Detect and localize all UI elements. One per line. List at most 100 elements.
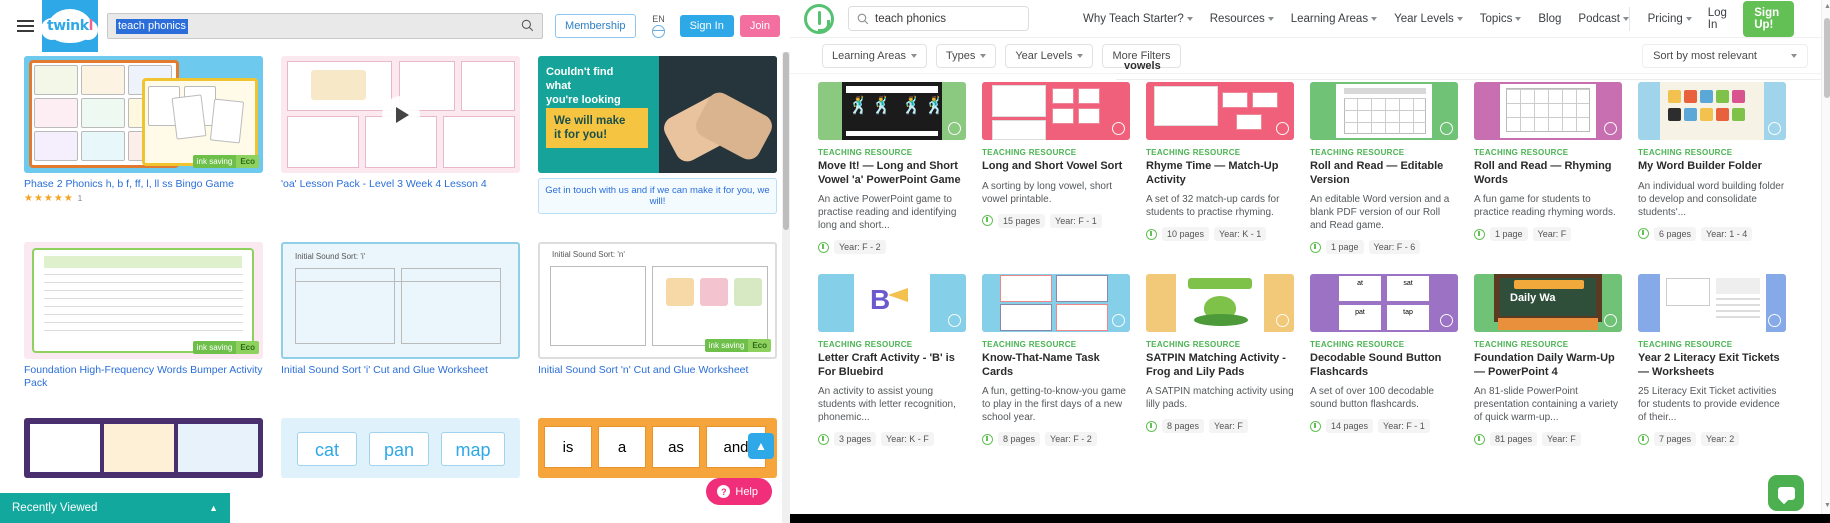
sign-in-button[interactable]: Sign In (679, 15, 734, 37)
breadcrumb-item[interactable]: vowels (1124, 60, 1161, 72)
resource-card[interactable]: TEACHING RESOURCE My Word Builder Folder… (1638, 82, 1786, 254)
resource-title[interactable]: Roll and Read — Rhyming Words (1474, 160, 1622, 187)
twinkl-card[interactable]: is a as and (538, 418, 777, 478)
card-thumbnail[interactable] (982, 274, 1130, 332)
play-icon[interactable] (381, 95, 420, 134)
nav-item-learning-areas[interactable]: Learning Areas (1291, 13, 1378, 25)
twinkl-card[interactable]: ink saving Eco Foundation High-Frequency … (24, 242, 263, 390)
nav-item-resources[interactable]: Resources (1210, 13, 1274, 25)
twinkl-logo[interactable]: twinkl (41, 0, 98, 52)
card-title[interactable]: Foundation High-Frequency Words Bumper A… (24, 364, 263, 390)
resource-kind: TEACHING RESOURCE (982, 340, 1077, 349)
chevron-down-icon (1791, 53, 1797, 58)
recently-viewed-bar[interactable]: Recently Viewed ▲ (0, 493, 230, 523)
twinkl-wordmark: twinkl (46, 18, 94, 34)
resource-card[interactable]: at sat pat tap TEACHING RESOURCE Decodab… (1310, 274, 1458, 446)
twinkl-scrollbar[interactable] (782, 52, 790, 523)
card-thumbnail[interactable]: Daily Wa (1474, 274, 1622, 332)
card-title[interactable]: Initial Sound Sort 'i' Cut and Glue Work… (281, 364, 520, 377)
resource-card[interactable]: TEACHING RESOURCE SATPIN Matching Activi… (1146, 274, 1294, 446)
promo-cta-button[interactable]: Get in touch with us and if we can make … (538, 178, 777, 214)
nav-item-blog[interactable]: Blog (1538, 13, 1561, 25)
card-thumbnail[interactable]: B (818, 274, 966, 332)
help-button[interactable]: ? Help (706, 478, 772, 505)
card-thumbnail[interactable] (1638, 274, 1786, 332)
year-tag: Year: F - 6 (1368, 240, 1421, 254)
resource-card[interactable]: TEACHING RESOURCE Know-That-Name Task Ca… (982, 274, 1130, 446)
search-input[interactable]: teach phonics (107, 13, 544, 39)
twinkl-card[interactable]: ink saving Eco Phase 2 Phonics h, b f, ff… (24, 56, 263, 214)
card-thumbnail[interactable] (24, 418, 263, 478)
teach-starter-scrollbar[interactable]: ▲ ▼ (1821, 0, 1830, 523)
clock-icon (1638, 433, 1649, 445)
chat-bubble-icon[interactable] (1768, 475, 1804, 511)
hamburger-icon[interactable] (8, 6, 42, 46)
card-thumbnail[interactable]: cat pan map (281, 418, 520, 478)
card-thumbnail[interactable] (1146, 274, 1294, 332)
card-thumbnail[interactable]: at sat pat tap (1310, 274, 1458, 332)
card-thumbnail[interactable]: is a as and (538, 418, 777, 478)
nav-item-pricing[interactable]: Pricing (1648, 13, 1692, 25)
twinkl-card[interactable]: cat pan map (281, 418, 520, 478)
card-title[interactable]: Phase 2 Phonics h, b f, ff, l, ll ss Bin… (24, 178, 263, 191)
resource-title[interactable]: Decodable Sound Button Flashcards (1310, 352, 1458, 379)
log-in-button[interactable]: Log In (1708, 7, 1727, 31)
resource-card[interactable]: B TEACHING RESOURCE Letter Craft Activit… (818, 274, 966, 446)
chevron-up-icon[interactable]: ▲ (209, 503, 218, 513)
card-thumbnail[interactable] (1310, 82, 1458, 140)
resource-card[interactable]: TEACHING RESOURCE Year 2 Literacy Exit T… (1638, 274, 1786, 446)
card-thumbnail[interactable]: ink saving Eco (24, 242, 263, 359)
twinkl-card[interactable]: Initial Sound Sort: 'i' Initial Sound So… (281, 242, 520, 390)
card-thumbnail[interactable] (281, 56, 520, 173)
resource-title[interactable]: Rhyme Time — Match-Up Activity (1146, 160, 1294, 187)
resource-card[interactable]: Daily Wa TEACHING RESOURCE Foundation Da… (1474, 274, 1622, 446)
twinkl-promo-card[interactable]: Couldn't find what you're looking for? W… (538, 56, 777, 214)
card-thumbnail[interactable] (982, 82, 1130, 140)
resource-meta: 8 pages Year: F (1146, 419, 1294, 433)
resource-type-icon (948, 122, 961, 135)
teach-starter-logo[interactable] (804, 3, 834, 34)
year-tag: Year: 2 (1701, 432, 1740, 446)
resource-title[interactable]: Foundation Daily Warm-Up — PowerPoint 4 (1474, 352, 1622, 379)
scrollbar-thumb[interactable] (783, 52, 789, 230)
resource-title[interactable]: Year 2 Literacy Exit Tickets — Worksheet… (1638, 352, 1786, 379)
promo-banner[interactable]: Couldn't find what you're looking for? W… (538, 56, 777, 173)
nav-item-year-levels[interactable]: Year Levels (1394, 13, 1463, 25)
language-selector[interactable]: EN (648, 14, 670, 38)
card-thumbnail[interactable]: 🕺🕺 🕺🕺 (818, 82, 966, 140)
resource-title[interactable]: SATPIN Matching Activity - Frog and Lily… (1146, 352, 1294, 379)
resource-title[interactable]: Roll and Read — Editable Version (1310, 160, 1458, 187)
resource-card[interactable]: TEACHING RESOURCE Roll and Read — Editab… (1310, 82, 1458, 254)
card-thumbnail[interactable] (1146, 82, 1294, 140)
nav-item-podcast[interactable]: Podcast (1578, 13, 1629, 25)
resource-title[interactable]: Letter Craft Activity - 'B' is For Blueb… (818, 352, 966, 379)
scrollbar-thumb[interactable] (1823, 18, 1830, 98)
back-to-top-button[interactable]: ▲ (748, 433, 774, 459)
search-input[interactable]: teach phonics (848, 6, 1029, 31)
card-thumbnail[interactable]: ink saving Eco (24, 56, 263, 173)
nav-item-topics[interactable]: Topics (1480, 13, 1522, 25)
card-title[interactable]: Initial Sound Sort 'n' Cut and Glue Work… (538, 364, 777, 377)
resource-card[interactable]: TEACHING RESOURCE Rhyme Time — Match-Up … (1146, 82, 1294, 254)
resource-title[interactable]: My Word Builder Folder (1638, 160, 1786, 174)
membership-button[interactable]: Membership (555, 14, 636, 38)
twinkl-card[interactable]: Initial Sound Sort: 'n' ink saving Eco In… (538, 242, 777, 390)
card-title[interactable]: 'oa' Lesson Pack - Level 3 Week 4 Lesson… (281, 178, 520, 191)
card-thumbnail[interactable]: Initial Sound Sort: 'i' (281, 242, 520, 359)
resource-card[interactable]: TEACHING RESOURCE Long and Short Vowel S… (982, 82, 1130, 254)
card-thumbnail[interactable] (1638, 82, 1786, 140)
nav-item-why-teach-starter[interactable]: Why Teach Starter? (1083, 13, 1193, 25)
resource-card[interactable]: 🕺🕺 🕺🕺 TEACHING RESOURCE Move It! — Long … (818, 82, 966, 254)
resource-title[interactable]: Move It! — Long and Short Vowel 'a' Powe… (818, 160, 966, 187)
resource-card[interactable]: TEACHING RESOURCE Roll and Read — Rhymin… (1474, 82, 1622, 254)
scroll-down-arrow[interactable]: ▼ (1824, 502, 1830, 509)
resource-title[interactable]: Know-That-Name Task Cards (982, 352, 1130, 379)
sign-up-button[interactable]: Sign Up! (1743, 0, 1794, 37)
twinkl-card[interactable] (24, 418, 263, 478)
scroll-up-arrow[interactable]: ▲ (1824, 3, 1830, 10)
twinkl-card[interactable]: 'oa' Lesson Pack - Level 3 Week 4 Lesson… (281, 56, 520, 214)
resource-title[interactable]: Long and Short Vowel Sort (982, 160, 1130, 174)
join-button[interactable]: Join (739, 15, 780, 37)
card-thumbnail[interactable] (1474, 82, 1622, 140)
card-thumbnail[interactable]: Initial Sound Sort: 'n' ink saving Eco (538, 242, 777, 359)
